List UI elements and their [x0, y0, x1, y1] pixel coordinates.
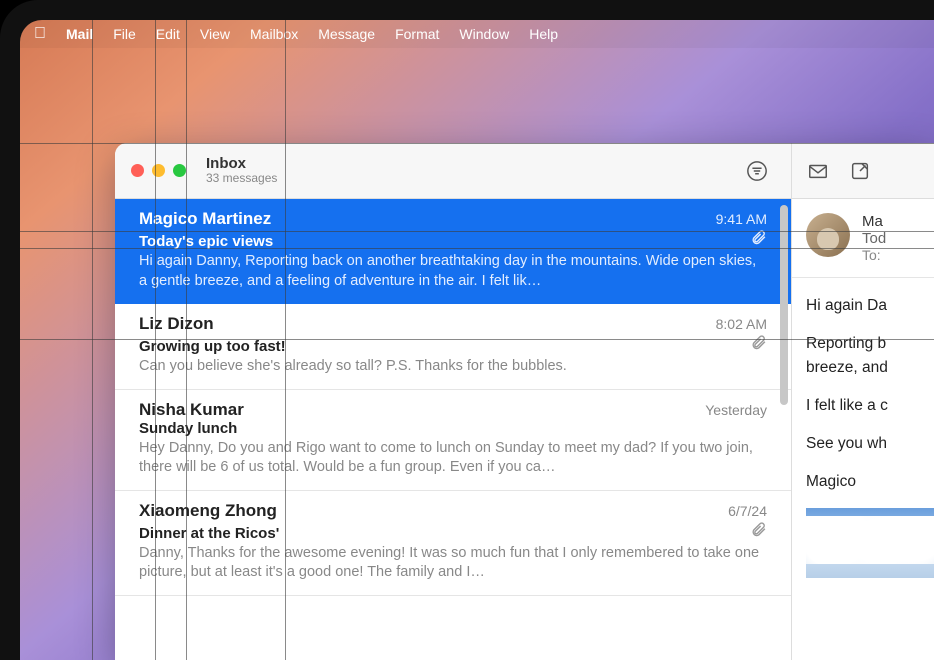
message-preview: Can you believe she's already so tall? P… — [139, 357, 767, 377]
message-subject: Growing up too fast! — [139, 338, 750, 355]
reading-toolbar — [792, 143, 934, 199]
body-line: Magico — [806, 470, 934, 494]
inline-attachment-image[interactable] — [806, 508, 934, 578]
message-row[interactable]: Liz Dizon 8:02 AM Growing up too fast! C… — [115, 304, 791, 390]
menu-edit[interactable]: Edit — [156, 26, 180, 42]
menu-window[interactable]: Window — [459, 26, 509, 42]
avatar[interactable] — [806, 213, 850, 257]
window-controls — [131, 164, 186, 177]
archive-button[interactable] — [800, 157, 836, 185]
compose-icon — [849, 160, 871, 182]
body-line: I felt like a c — [806, 394, 934, 418]
message-subject: Today's epic views — [139, 233, 750, 250]
body-line: Reporting b — [806, 332, 934, 356]
compose-button[interactable] — [842, 157, 878, 185]
message-count: 33 messages — [206, 172, 277, 185]
menu-file[interactable]: File — [113, 26, 136, 42]
desktop: Inbox 33 messages — [20, 48, 934, 660]
body-line: breeze, and — [806, 356, 934, 380]
close-button[interactable] — [131, 164, 144, 177]
menu-message[interactable]: Message — [318, 26, 375, 42]
scrollbar[interactable] — [780, 205, 788, 405]
filter-icon — [746, 160, 768, 182]
message-time: Yesterday — [705, 402, 767, 418]
message-sender: Liz Dizon — [139, 314, 716, 334]
message-row[interactable]: Xiaomeng Zhong 6/7/24 Dinner at the Rico… — [115, 491, 791, 596]
message-time: 8:02 AM — [716, 316, 767, 332]
window-titlebar: Inbox 33 messages — [115, 143, 791, 199]
message-preview: Hey Danny, Do you and Rigo want to come … — [139, 439, 767, 478]
message-sender: Magico Martinez — [139, 209, 716, 229]
reading-body: Hi again Da Reporting b breeze, and I fe… — [792, 278, 934, 578]
message-list[interactable]: Magico Martinez 9:41 AM Today's epic vie… — [115, 199, 791, 660]
menu-help[interactable]: Help — [529, 26, 558, 42]
body-line: See you wh — [806, 432, 934, 456]
message-subject: Sunday lunch — [139, 420, 767, 437]
menu-format[interactable]: Format — [395, 26, 439, 42]
attachment-icon — [750, 229, 767, 250]
minimize-button[interactable] — [152, 164, 165, 177]
menu-app[interactable]: Mail — [66, 26, 93, 42]
envelope-icon — [807, 160, 829, 182]
filter-button[interactable] — [739, 157, 775, 185]
message-time: 9:41 AM — [716, 211, 767, 227]
menu-mailbox[interactable]: Mailbox — [250, 26, 298, 42]
zoom-button[interactable] — [173, 164, 186, 177]
message-row[interactable]: Magico Martinez 9:41 AM Today's epic vie… — [115, 199, 791, 304]
message-sender: Nisha Kumar — [139, 400, 705, 420]
reading-header: Ma Tod To: — [792, 199, 934, 278]
attachment-icon — [750, 334, 767, 355]
reading-pane: Ma Tod To: Hi again Da Reporting b breez… — [791, 143, 934, 660]
mail-window: Inbox 33 messages — [115, 143, 934, 660]
message-preview: Hi again Danny, Reporting back on anothe… — [139, 252, 767, 291]
message-subject: Dinner at the Ricos' — [139, 525, 750, 542]
message-preview: Danny, Thanks for the awesome evening! I… — [139, 544, 767, 583]
reading-subject: Tod — [862, 230, 886, 247]
message-list-pane: Inbox 33 messages — [115, 143, 791, 660]
message-row[interactable]: Nisha Kumar Yesterday Sunday lunch Hey D… — [115, 390, 791, 491]
message-time: 6/7/24 — [728, 503, 767, 519]
reading-from: Ma — [862, 213, 886, 230]
message-sender: Xiaomeng Zhong — [139, 501, 728, 521]
body-line: Hi again Da — [806, 294, 934, 318]
menu-bar:  Mail File Edit View Mailbox Message Fo… — [20, 20, 934, 48]
apple-menu-icon[interactable]:  — [34, 26, 46, 42]
menu-view[interactable]: View — [200, 26, 230, 42]
attachment-icon — [750, 521, 767, 542]
mailbox-title: Inbox — [206, 156, 277, 173]
reading-to: To: — [862, 247, 886, 263]
